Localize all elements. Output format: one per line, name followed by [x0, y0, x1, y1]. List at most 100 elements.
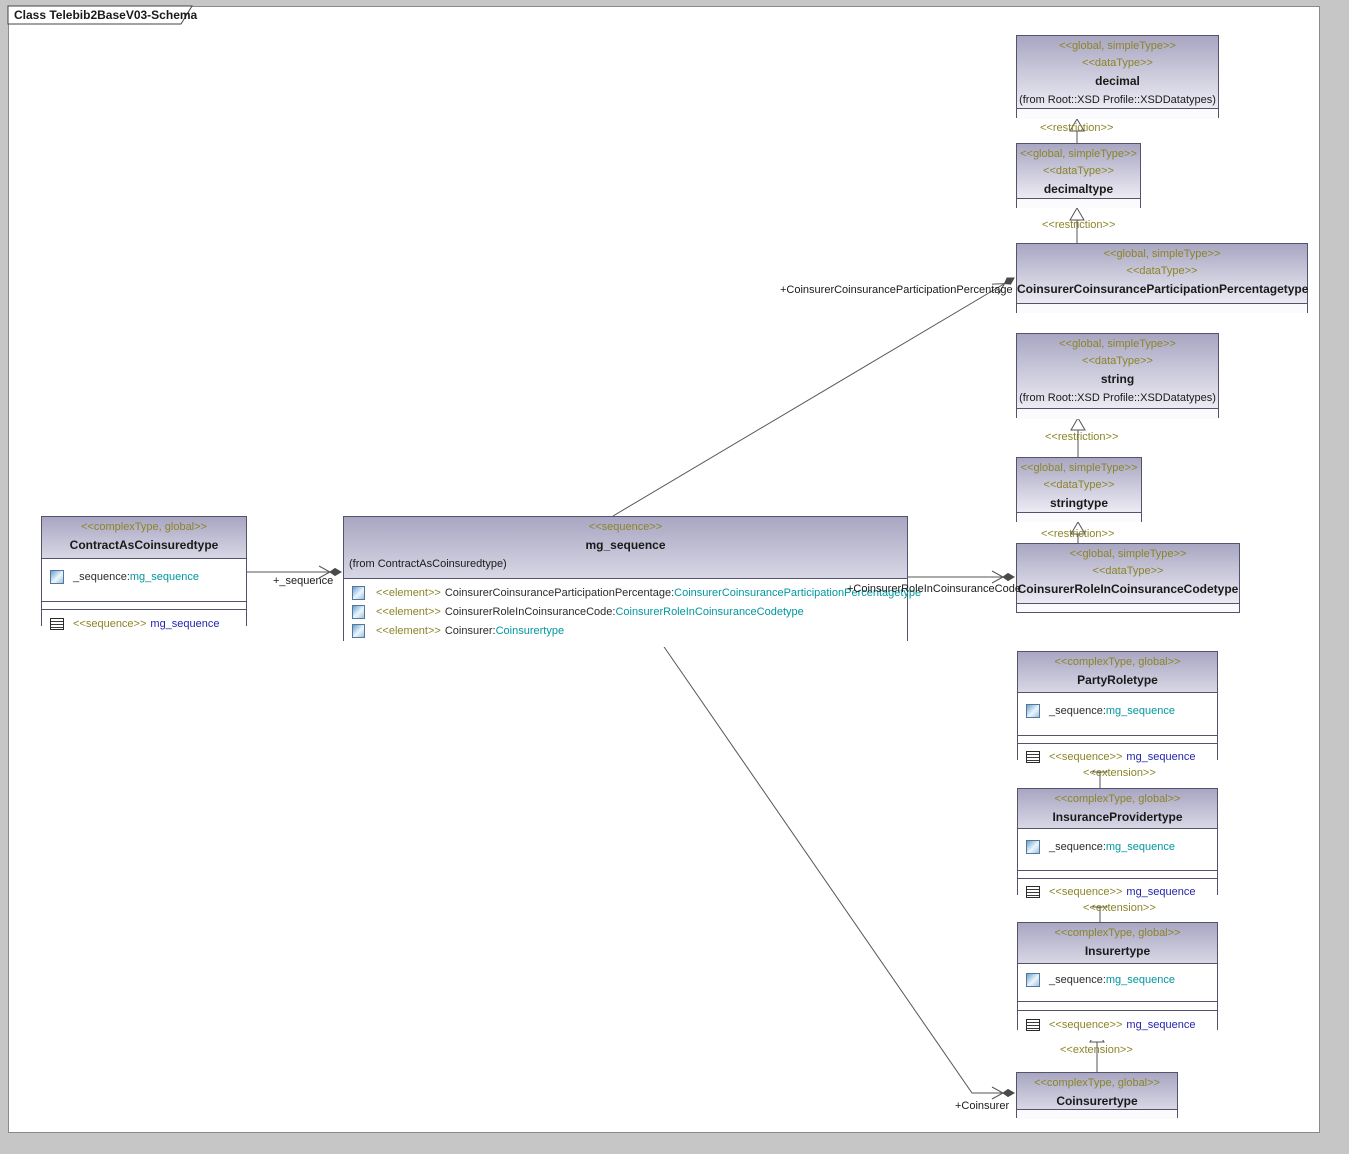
class-name: InsuranceProvidertype [1018, 808, 1217, 827]
class-name: decimal [1017, 72, 1218, 91]
class-name: stringtype [1017, 494, 1141, 513]
class-insurance-provider-type[interactable]: <<complexType, global>> InsuranceProvide… [1017, 788, 1218, 895]
class-header: <<complexType, global>> InsuranceProvide… [1018, 789, 1217, 828]
element-type: Coinsurertype [496, 625, 564, 637]
class-header: <<sequence>> mg_sequence (from ContractA… [344, 517, 907, 578]
class-name: CoinsurerRoleInCoinsuranceCodetype [1017, 580, 1239, 599]
class-header: <<complexType, global>> Coinsurertype [1017, 1073, 1177, 1109]
attribute-row[interactable]: _sequence: mg_sequence [1018, 837, 1217, 856]
operation-icon [1026, 751, 1040, 763]
class-from: (from Root::XSD Profile::XSDDatatypes) [1017, 91, 1218, 109]
attribute-name: _sequence: [1049, 841, 1106, 853]
element-row[interactable]: <<element>> CoinsurerCoinsuranceParticip… [344, 583, 907, 602]
class-decimal[interactable]: <<global, simpleType>> <<dataType>> deci… [1016, 35, 1219, 118]
stereotype-label: <<dataType>> [1017, 263, 1307, 280]
stereotype-label: <<global, simpleType>> [1017, 460, 1141, 477]
attribute-icon [50, 570, 64, 584]
association-coinsurer[interactable] [660, 641, 1014, 1093]
element-stereotype: <<element>> [376, 625, 441, 637]
stereotype-label: <<sequence>> [344, 519, 907, 536]
operation-stereotype: <<sequence>> [1049, 886, 1122, 898]
restriction-label[interactable]: <<restriction>> [1042, 219, 1115, 231]
class-participation-percentage-type[interactable]: <<global, simpleType>> <<dataType>> Coin… [1016, 243, 1308, 313]
attribute-name: _sequence: [73, 571, 130, 583]
association-label-participation-percentage[interactable]: +CoinsurerCoinsuranceParticipationPercen… [780, 284, 1013, 296]
element-icon [352, 624, 365, 638]
operation-compartment: <<sequence>> mg_sequence [1018, 1010, 1217, 1040]
class-coinsurer-type[interactable]: <<complexType, global>> Coinsurertype [1016, 1072, 1178, 1118]
operation-stereotype: <<sequence>> [1049, 1019, 1122, 1031]
generalization-triangle [1071, 418, 1085, 430]
association-label-sequence[interactable]: +_sequence [273, 575, 333, 587]
class-name: mg_sequence [344, 536, 907, 555]
empty-compartment [1018, 1001, 1217, 1010]
element-name: CoinsurerRoleInCoinsuranceCode: [445, 606, 616, 618]
stereotype-label: <<complexType, global>> [1018, 791, 1217, 808]
restriction-label[interactable]: <<restriction>> [1045, 431, 1118, 443]
class-name: PartyRoletype [1018, 671, 1217, 690]
element-name: CoinsurerCoinsuranceParticipationPercent… [445, 587, 674, 599]
attribute-name: _sequence: [1049, 974, 1106, 986]
attribute-name: _sequence: [1049, 705, 1106, 717]
class-decimaltype[interactable]: <<global, simpleType>> <<dataType>> deci… [1016, 143, 1141, 208]
class-name: CoinsurerCoinsuranceParticipationPercent… [1017, 280, 1307, 299]
class-contract-as-coinsured-type[interactable]: <<complexType, global>> ContractAsCoinsu… [41, 516, 247, 626]
stereotype-label: <<dataType>> [1017, 563, 1239, 580]
class-header: <<complexType, global>> Insurertype [1018, 923, 1217, 963]
association-label-coinsurer[interactable]: +Coinsurer [955, 1100, 1009, 1112]
empty-compartment [1017, 108, 1218, 119]
operation-name: mg_sequence [1126, 1019, 1195, 1031]
empty-compartment [1017, 303, 1307, 313]
class-header: <<global, simpleType>> <<dataType>> stri… [1017, 334, 1218, 408]
operation-stereotype: <<sequence>> [1049, 751, 1122, 763]
stereotype-label: <<global, simpleType>> [1017, 146, 1140, 163]
empty-compartment [1018, 735, 1217, 743]
operation-row[interactable]: <<sequence>> mg_sequence [1018, 1015, 1217, 1034]
attribute-row[interactable]: _sequence: mg_sequence [42, 567, 246, 586]
operation-row[interactable]: <<sequence>> mg_sequence [42, 614, 246, 633]
operation-name: mg_sequence [150, 618, 219, 630]
element-row[interactable]: <<element>> Coinsurer: Coinsurertype [344, 621, 907, 640]
attribute-compartment: _sequence: mg_sequence [42, 558, 246, 601]
element-row[interactable]: <<element>> CoinsurerRoleInCoinsuranceCo… [344, 602, 907, 621]
operation-row[interactable]: <<sequence>> mg_sequence [1018, 882, 1217, 901]
stereotype-label: <<complexType, global>> [42, 519, 246, 536]
element-compartment: <<element>> CoinsurerCoinsuranceParticip… [344, 578, 907, 647]
class-mg-sequence[interactable]: <<sequence>> mg_sequence (from ContractA… [343, 516, 908, 641]
operation-row[interactable]: <<sequence>> mg_sequence [1018, 747, 1217, 766]
class-insurer-type[interactable]: <<complexType, global>> Insurertype _seq… [1017, 922, 1218, 1030]
extension-label[interactable]: <<extension>> [1083, 767, 1156, 779]
attribute-type: mg_sequence [1106, 705, 1175, 717]
class-role-code-type[interactable]: <<global, simpleType>> <<dataType>> Coin… [1016, 543, 1240, 613]
extension-label[interactable]: <<extension>> [1060, 1044, 1133, 1056]
attribute-compartment: _sequence: mg_sequence [1018, 963, 1217, 1001]
association-participation-percentage[interactable] [613, 278, 1014, 516]
association-label-role-code[interactable]: +CoinsurerRoleInCoinsuranceCode [847, 583, 1021, 595]
element-name: Coinsurer: [445, 625, 496, 637]
operation-icon [50, 618, 64, 630]
operation-name: mg_sequence [1126, 751, 1195, 763]
stereotype-label: <<global, simpleType>> [1017, 336, 1218, 353]
stereotype-label: <<dataType>> [1017, 477, 1141, 494]
attribute-row[interactable]: _sequence: mg_sequence [1018, 970, 1217, 989]
stereotype-label: <<global, simpleType>> [1017, 546, 1239, 563]
class-string[interactable]: <<global, simpleType>> <<dataType>> stri… [1016, 333, 1219, 418]
element-icon [352, 586, 365, 600]
restriction-label[interactable]: <<restriction>> [1040, 122, 1113, 134]
stereotype-label: <<dataType>> [1017, 55, 1218, 72]
class-party-role-type[interactable]: <<complexType, global>> PartyRoletype _s… [1017, 651, 1218, 760]
empty-compartment [1017, 603, 1239, 612]
attribute-compartment: _sequence: mg_sequence [1018, 692, 1217, 735]
stereotype-label: <<complexType, global>> [1018, 925, 1217, 942]
empty-compartment [1018, 870, 1217, 878]
extension-label[interactable]: <<extension>> [1083, 902, 1156, 914]
class-name: decimaltype [1017, 180, 1140, 199]
class-name: string [1017, 370, 1218, 389]
class-stringtype[interactable]: <<global, simpleType>> <<dataType>> stri… [1016, 457, 1142, 522]
restriction-label[interactable]: <<restriction>> [1041, 528, 1114, 540]
empty-compartment [1017, 198, 1140, 208]
class-header: <<complexType, global>> ContractAsCoinsu… [42, 517, 246, 558]
operation-stereotype: <<sequence>> [73, 618, 146, 630]
attribute-row[interactable]: _sequence: mg_sequence [1018, 701, 1217, 720]
stereotype-label: <<global, simpleType>> [1017, 38, 1218, 55]
